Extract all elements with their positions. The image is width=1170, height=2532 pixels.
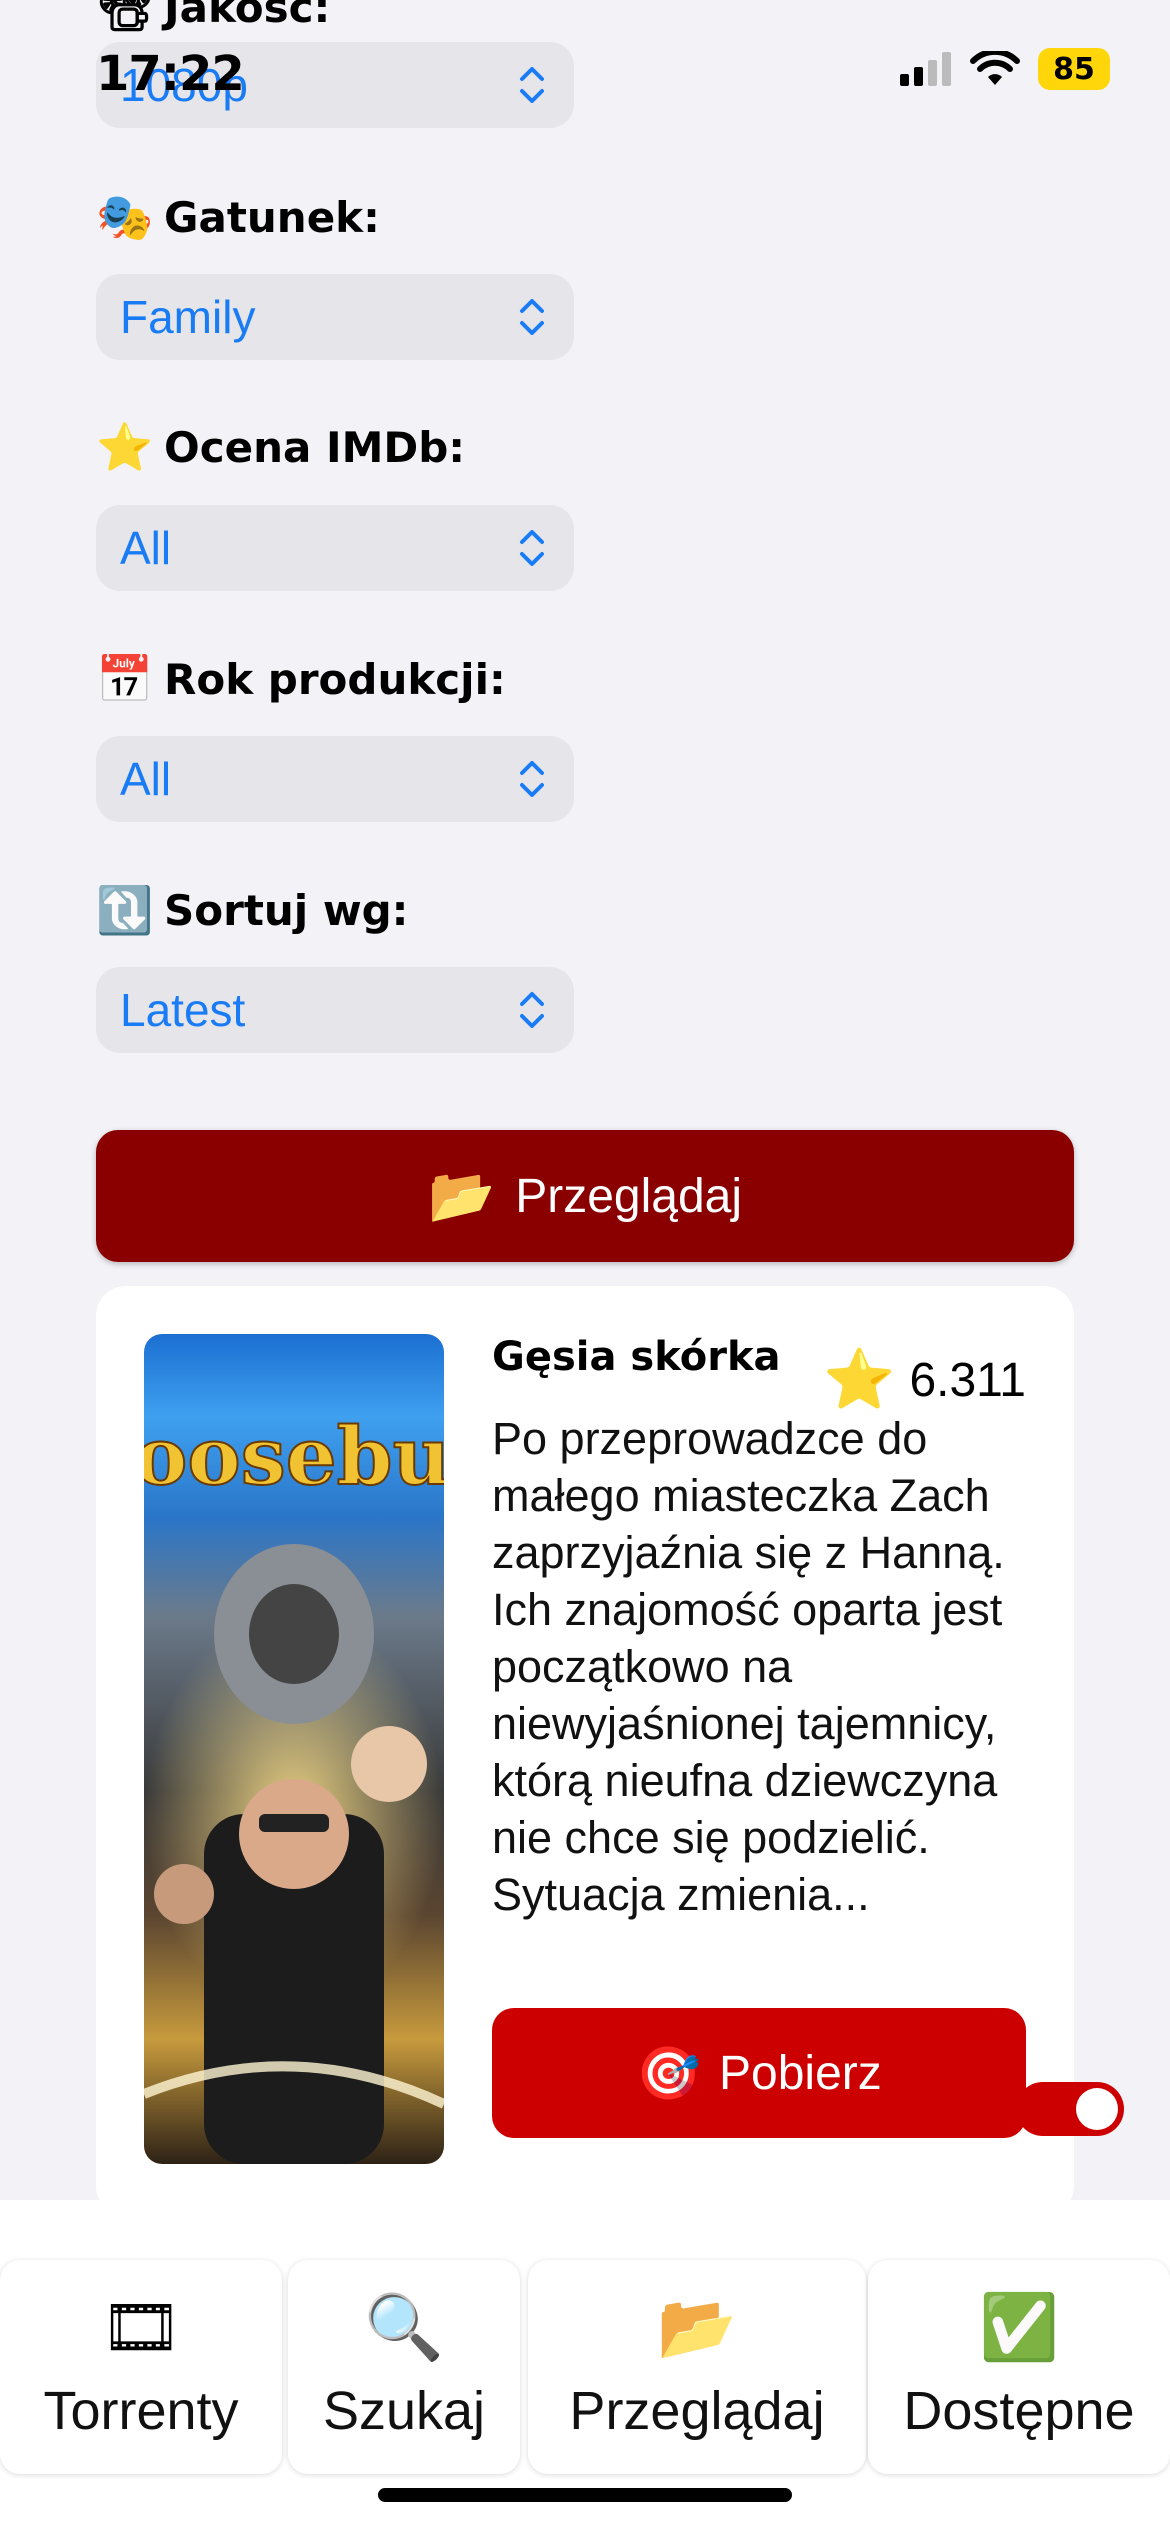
year-label: 📅 Rok produkcji: bbox=[96, 652, 506, 707]
sort-label: 🔃 Sortuj wg: bbox=[96, 883, 408, 938]
search-icon: 🔍 bbox=[364, 2291, 444, 2363]
genre-label: 🎭 Gatunek: bbox=[96, 190, 380, 245]
movie-description: Po przeprowadzce do małego miasteczka Za… bbox=[492, 1413, 1005, 1920]
movie-rating: ⭐ 6.311 bbox=[823, 1346, 1026, 1414]
poster-art: oosebum bbox=[144, 1408, 444, 2164]
quality-label-text: Jakość: bbox=[164, 0, 331, 32]
genre-select[interactable]: Family bbox=[96, 274, 574, 360]
folder-icon: 📂 bbox=[427, 1165, 496, 1226]
chevron-updown-icon bbox=[520, 992, 544, 1028]
signal-icon bbox=[900, 52, 951, 86]
movie-card: oosebum Gęsia skórka ⭐ 6.311 Po przeprow… bbox=[96, 1286, 1074, 2216]
tab-available-label: Dostępne bbox=[903, 2381, 1135, 2441]
calendar-icon: 📅 bbox=[96, 652, 154, 706]
chevron-updown-icon bbox=[520, 67, 544, 103]
screen: 17:22 85 📽 Jakość: 1080p 🎭 Gatunek: Fami… bbox=[0, 0, 1170, 2532]
tab-torrents[interactable]: 🎞 Torrenty bbox=[0, 2260, 282, 2474]
imdb-select[interactable]: All bbox=[96, 505, 574, 591]
tab-browse[interactable]: 📂 Przeglądaj bbox=[528, 2260, 866, 2474]
chevron-updown-icon bbox=[520, 761, 544, 797]
sort-label-text: Sortuj wg: bbox=[164, 886, 409, 935]
browse-button-label: Przeglądaj bbox=[515, 1169, 743, 1223]
rating-value: 6.311 bbox=[909, 1353, 1026, 1407]
download-button-label: Pobierz bbox=[719, 2046, 882, 2100]
tab-search-label: Szukaj bbox=[322, 2381, 486, 2441]
star-icon: ⭐ bbox=[823, 1347, 896, 1412]
download-button[interactable]: 🎯 Pobierz bbox=[492, 2008, 1026, 2138]
tab-available[interactable]: ✅ Dostępne bbox=[868, 2260, 1170, 2474]
tab-search[interactable]: 🔍 Szukaj bbox=[288, 2260, 520, 2474]
wifi-icon bbox=[970, 51, 1020, 85]
imdb-label: ⭐ Ocena IMDb: bbox=[96, 420, 465, 475]
imdb-label-text: Ocena IMDb: bbox=[164, 423, 466, 472]
imdb-value: All bbox=[120, 522, 172, 574]
bottom-tab-bar: 🎞 Torrenty 🔍 Szukaj 📂 Przeglądaj ✅ Dostę… bbox=[0, 2200, 1170, 2532]
select-toggle[interactable] bbox=[1016, 2082, 1124, 2136]
sort-value: Latest bbox=[120, 984, 246, 1036]
movie-poster[interactable]: oosebum bbox=[144, 1334, 444, 2164]
sort-select[interactable]: Latest bbox=[96, 967, 574, 1053]
year-value: All bbox=[120, 753, 172, 805]
film-icon: 🎞 bbox=[100, 2291, 182, 2363]
tab-torrents-label: Torrenty bbox=[43, 2381, 239, 2441]
quality-label: 📽 Jakość: bbox=[96, 0, 330, 35]
genre-label-text: Gatunek: bbox=[164, 193, 380, 242]
projector-icon: 📽 bbox=[96, 0, 155, 34]
folder-icon: 📂 bbox=[657, 2291, 737, 2363]
status-icons: 85 bbox=[900, 48, 1110, 90]
year-label-text: Rok produkcji: bbox=[164, 655, 506, 704]
tab-browse-label: Przeglądaj bbox=[569, 2381, 825, 2441]
theater-masks-icon: 🎭 bbox=[96, 190, 154, 244]
status-time: 17:22 bbox=[96, 46, 245, 102]
genre-value: Family bbox=[120, 291, 256, 343]
poster-title-text: oosebum bbox=[144, 1409, 444, 1503]
star-icon: ⭐ bbox=[96, 420, 154, 474]
browse-button[interactable]: 📂 Przeglądaj bbox=[96, 1130, 1074, 1262]
target-icon: 🎯 bbox=[636, 2044, 701, 2103]
home-indicator[interactable] bbox=[378, 2488, 792, 2502]
battery-indicator: 85 bbox=[1038, 48, 1110, 90]
chevron-updown-icon bbox=[520, 530, 544, 566]
chevron-updown-icon bbox=[520, 299, 544, 335]
refresh-icon: 🔃 bbox=[96, 883, 154, 937]
movie-title: Gęsia skórka bbox=[492, 1334, 781, 1380]
year-select[interactable]: All bbox=[96, 736, 574, 822]
check-icon: ✅ bbox=[979, 2291, 1059, 2363]
toggle-knob bbox=[1076, 2088, 1118, 2130]
